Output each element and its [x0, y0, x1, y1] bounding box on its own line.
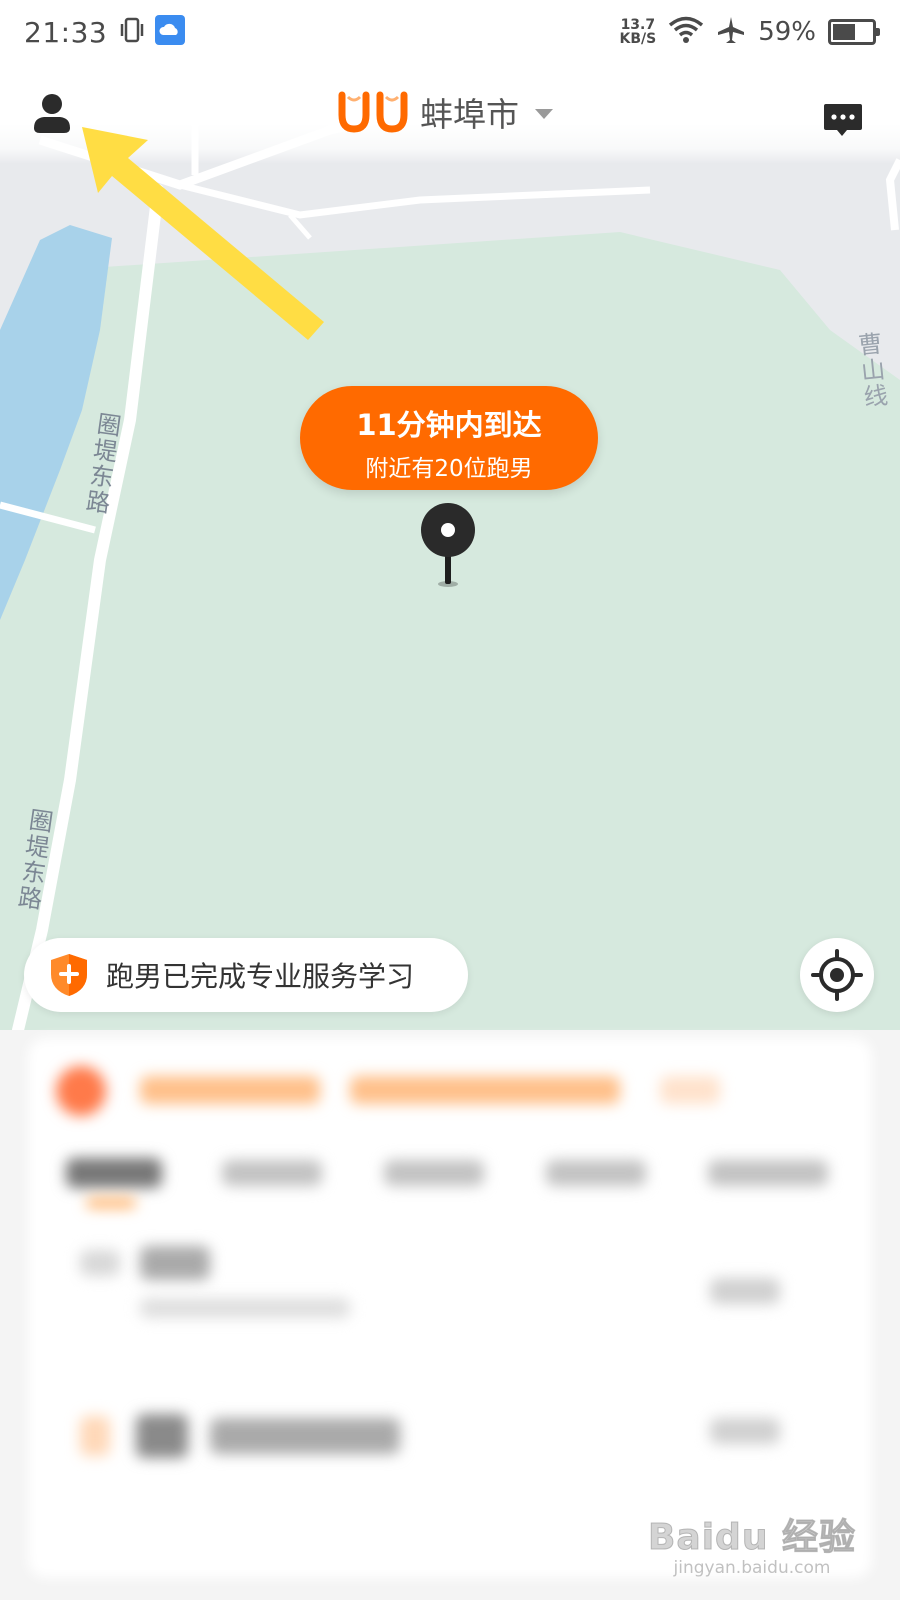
blurred-row-action: [710, 1418, 780, 1444]
profile-button[interactable]: [30, 92, 78, 140]
blurred-row-title: [136, 1414, 188, 1458]
battery-icon: [828, 19, 880, 45]
net-speed: 13.7 KB/S: [619, 18, 656, 46]
battery-percent: 59%: [758, 17, 816, 47]
vibrate-icon: [119, 16, 145, 48]
eta-bubble[interactable]: 11分钟内到达 附近有20位跑男: [300, 386, 598, 490]
blurred-row-action: [710, 1278, 780, 1304]
battery-fill: [833, 24, 856, 40]
cloud-icon: [155, 15, 186, 49]
watermark: Baidu 经验 jingyan.baidu.com: [647, 1508, 856, 1579]
shield-plus-icon: [51, 954, 87, 996]
caret-down-icon: [535, 109, 553, 119]
top-bar: 蚌埠市: [0, 64, 900, 164]
wifi-icon: [668, 15, 704, 49]
road-right: [885, 158, 900, 231]
blurred-row-title: [210, 1418, 400, 1454]
net-speed-value: 13.7: [620, 17, 656, 33]
blurred-promo-text: [140, 1076, 320, 1104]
blurred-badge-icon: [56, 1066, 106, 1116]
blurred-row-icon: [80, 1250, 120, 1276]
status-bar: 21:33 13.7 KB/S 59%: [0, 0, 900, 64]
eta-subtitle: 附近有20位跑男: [365, 456, 533, 482]
net-speed-unit: KB/S: [619, 31, 657, 47]
airplane-icon: [716, 15, 746, 49]
location-pin-icon: [421, 503, 475, 587]
blurred-row-title: [140, 1246, 210, 1280]
watermark-logo: Baidu 经验: [647, 1517, 856, 1559]
road-top-2: [179, 181, 651, 219]
watermark-url: jingyan.baidu.com: [673, 1558, 831, 1578]
blurred-tab: [222, 1160, 322, 1186]
blurred-promo-arrow: [660, 1076, 720, 1104]
chat-bubble-icon: [824, 104, 862, 136]
uu-logo-icon: [338, 91, 408, 133]
crosshair-icon: [811, 949, 863, 1001]
safety-chip-label: 跑男已完成专业服务学习: [106, 960, 415, 993]
blurred-promo-text: [350, 1076, 620, 1104]
safety-chip[interactable]: 跑男已完成专业服务学习: [24, 938, 468, 1012]
city-name: 蚌埠市: [420, 95, 519, 134]
blurred-row-subtitle: [140, 1298, 350, 1318]
message-button[interactable]: [822, 100, 864, 142]
eta-title: 11分钟内到达: [356, 408, 542, 442]
blurred-tab: [384, 1160, 484, 1186]
status-time: 21:33: [24, 15, 108, 49]
status-left-icons: [119, 15, 186, 49]
blurred-tab-active: [66, 1158, 162, 1188]
city-selector[interactable]: 蚌埠市: [336, 88, 553, 136]
locate-button[interactable]: [800, 938, 874, 1012]
blurred-tab: [546, 1160, 646, 1186]
blurred-tab: [708, 1160, 828, 1186]
status-right: 13.7 KB/S 59%: [619, 15, 880, 49]
user-icon: [34, 94, 70, 133]
blurred-tab-indicator: [86, 1198, 136, 1208]
blurred-row-icon: [80, 1416, 110, 1456]
